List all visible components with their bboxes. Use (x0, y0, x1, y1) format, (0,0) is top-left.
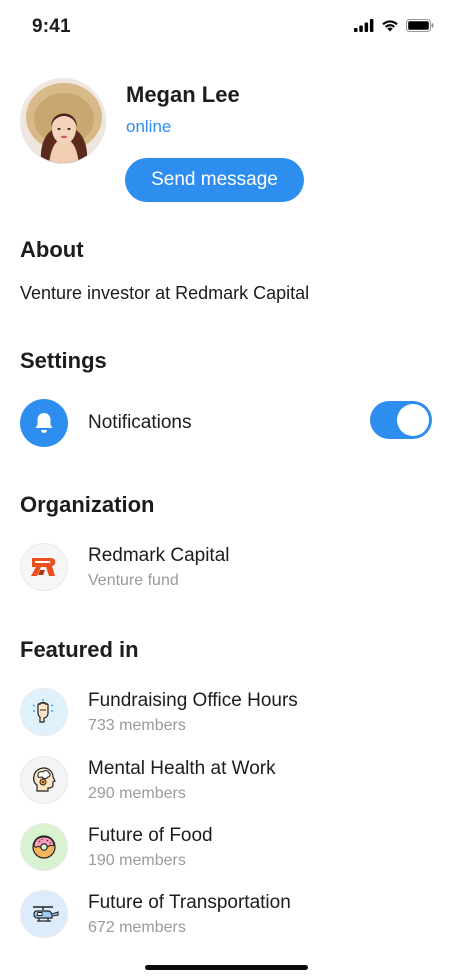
raised-fist-icon (20, 688, 68, 736)
featured-item-title: Fundraising Office Hours (88, 690, 298, 711)
notifications-label: Notifications (88, 412, 192, 433)
settings-heading: Settings (20, 348, 107, 373)
about-text: Venture investor at Redmark Capital (20, 283, 310, 303)
send-message-button[interactable]: Send message (125, 158, 304, 202)
battery-icon (406, 19, 434, 32)
featured-item-members: 672 members (88, 919, 186, 936)
home-indicator[interactable] (145, 965, 308, 970)
list-item[interactable]: Fundraising Office Hours 733 members (20, 688, 432, 738)
status-icons (354, 19, 434, 32)
bell-icon (20, 399, 68, 447)
organization-name: Redmark Capital (88, 545, 230, 566)
profile-name: Megan Lee (126, 82, 240, 107)
organization-row[interactable]: Redmark Capital Venture fund (20, 543, 432, 593)
status-bar: 9:41 (0, 0, 452, 54)
head-brain-icon (20, 756, 68, 804)
list-item[interactable]: Mental Health at Work 290 members (20, 756, 432, 806)
donut-icon (20, 823, 68, 871)
signal-icon (354, 19, 374, 32)
notifications-toggle[interactable] (370, 401, 432, 439)
organization-type: Venture fund (88, 572, 179, 589)
featured-item-title: Mental Health at Work (88, 758, 276, 779)
toggle-knob (397, 404, 429, 436)
online-status: online (126, 117, 172, 136)
list-item[interactable]: Future of Transportation 672 members (20, 890, 432, 940)
notifications-setting-row[interactable]: Notifications (20, 399, 432, 449)
wifi-icon (382, 20, 398, 32)
helicopter-icon (20, 890, 68, 938)
featured-item-members: 290 members (88, 785, 186, 802)
avatar[interactable] (20, 78, 106, 164)
profile-header: Megan Lee online Send message (20, 78, 432, 208)
featured-item-title: Future of Transportation (88, 892, 291, 913)
featured-item-members: 190 members (88, 852, 186, 869)
featured-item-members: 733 members (88, 717, 186, 734)
organization-heading: Organization (20, 492, 155, 517)
featured-item-title: Future of Food (88, 825, 213, 846)
redmark-logo-icon (20, 543, 68, 591)
about-heading: About (20, 237, 84, 262)
list-item[interactable]: Future of Food 190 members (20, 823, 432, 873)
featured-heading: Featured in (20, 637, 139, 662)
status-time: 9:41 (32, 16, 71, 37)
